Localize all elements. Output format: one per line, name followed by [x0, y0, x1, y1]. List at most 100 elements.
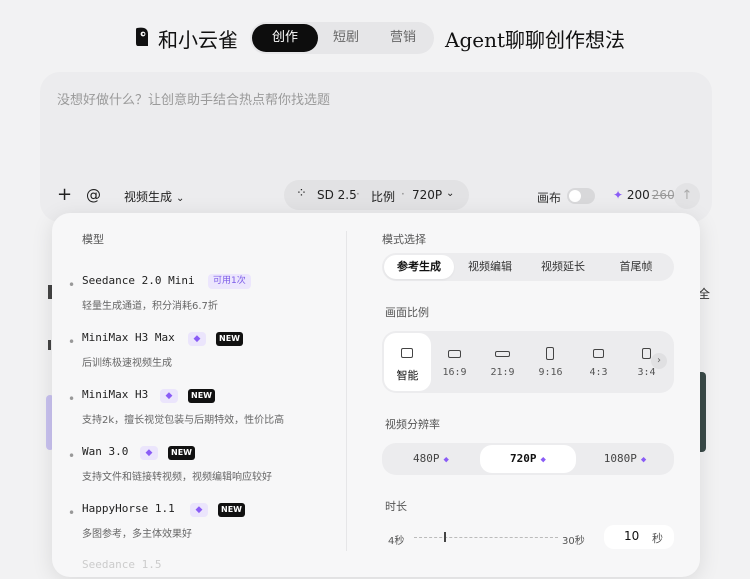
- new-badge: NEW: [168, 446, 195, 460]
- ratio-option-9-16[interactable]: 9:16: [527, 333, 574, 391]
- duration-min-label: 4秒: [388, 536, 405, 547]
- ratio-option-21-9[interactable]: 21:9: [479, 333, 526, 391]
- bullet: •: [68, 506, 76, 520]
- diamond-icon: ◆: [540, 455, 546, 465]
- duration-slider-thumb[interactable]: [444, 532, 446, 542]
- separator-dot: ·: [401, 187, 405, 201]
- ratio-option-4-3[interactable]: 4:3: [575, 333, 622, 391]
- ratio-option-label: 4:3: [589, 367, 608, 378]
- resolution-label: 480P: [413, 452, 440, 465]
- model-option-desc: 轻量生成通道，积分消耗6.7折: [82, 301, 218, 312]
- logo-icon: [136, 27, 148, 46]
- resolution-option[interactable]: 720P ◆: [480, 445, 576, 473]
- ratio-option-smart[interactable]: 智能: [384, 333, 431, 391]
- prompt-input[interactable]: 没想好做什么？让创意助手结合热点帮你找选题: [57, 89, 330, 108]
- credits-old-value: 260: [651, 188, 675, 202]
- mode-option[interactable]: 视频编辑: [454, 255, 526, 279]
- bullet: •: [68, 335, 76, 349]
- model-option-desc: 支持2k，擅长视觉包装与后期特效，性价比高: [82, 415, 285, 426]
- tab-short-drama[interactable]: 短剧: [318, 24, 374, 52]
- smart-ratio-icon: [401, 348, 413, 358]
- bullet: •: [68, 449, 76, 463]
- ratio-21-9-icon: [495, 351, 510, 357]
- divider: [346, 231, 347, 551]
- mode-label: 视频生成: [124, 190, 173, 204]
- model-settings-panel: 模型 • Seedance 2.0 Mini 可用1次 轻量生成通道，积分消耗6…: [52, 213, 700, 577]
- resolution-label: 1080P: [603, 452, 637, 465]
- model-option-desc: 支持文件和链接转视频，视频编辑响应较好: [82, 472, 272, 483]
- mode-option[interactable]: 首尾帧: [600, 255, 672, 279]
- mode-dropdown[interactable]: 视频生成 ⌄: [124, 188, 184, 205]
- model-option-minimax-h3[interactable]: • MiniMax H3 ◆ NEW 支持2k，擅长视觉包装与后期特效，性价比高: [68, 388, 338, 438]
- resolution-label: 720P: [412, 188, 443, 202]
- send-button[interactable]: ↑: [674, 183, 700, 209]
- agent-headline: Agent聊聊创作想法: [445, 28, 625, 52]
- toggle-knob: [569, 190, 581, 202]
- mode-option[interactable]: 参考生成: [384, 255, 454, 279]
- background-fragment: [48, 340, 51, 350]
- model-option-name: Seedance 2.0 Mini: [82, 274, 195, 287]
- ratio-9-16-icon: [546, 347, 554, 360]
- ratio-option-16-9[interactable]: 16:9: [431, 333, 478, 391]
- mode-option[interactable]: 视频延长: [526, 255, 600, 279]
- ratio-option-label: 3:4: [637, 367, 656, 378]
- duration-value: 10: [624, 529, 640, 543]
- model-option-wan[interactable]: • Wan 3.0 ◆ NEW 支持文件和链接转视频，视频编辑响应较好: [68, 445, 338, 495]
- duration-unit: 秒: [652, 532, 663, 545]
- tab-create[interactable]: 创作: [252, 24, 318, 52]
- mode-segmented: 参考生成 视频编辑 视频延长 首尾帧: [382, 253, 674, 281]
- free-uses-badge: 可用1次: [208, 274, 251, 289]
- model-option-desc: 多图参考，多主体效果好: [82, 529, 192, 540]
- chevron-right-icon[interactable]: ›: [651, 353, 667, 369]
- ratio-4-3-icon: [593, 349, 604, 358]
- model-option-faded[interactable]: Seedance 1.5: [82, 558, 161, 571]
- model-option-happyhorse[interactable]: • HappyHorse 1.1 ◆ NEW 多图参考，多主体效果好: [68, 502, 338, 552]
- diamond-icon: ◆: [190, 503, 208, 517]
- ratio-option-label: 9:16: [538, 367, 563, 378]
- diamond-icon: ◆: [140, 446, 158, 460]
- sparkle-icon: ⁘: [296, 186, 307, 201]
- new-badge: NEW: [218, 503, 245, 517]
- resolution-title: 视频分辨率: [385, 418, 440, 431]
- diamond-icon: ◆: [640, 455, 647, 465]
- header: 和小云雀 创作 短剧 营销 Agent聊聊创作想法: [0, 22, 750, 54]
- models-title: 模型: [82, 233, 104, 246]
- diamond-icon: ◆: [160, 389, 178, 403]
- new-badge: NEW: [216, 332, 243, 346]
- model-settings-pill[interactable]: ⁘ SD 2.5 · 比例 · 720P ⌄: [284, 180, 469, 210]
- tab-marketing[interactable]: 营销: [374, 24, 432, 52]
- model-option-name: Wan 3.0: [82, 445, 129, 458]
- sparkle-icon: ✦: [613, 188, 624, 202]
- canvas-toggle[interactable]: [567, 188, 595, 204]
- resolution-option[interactable]: 480P ◆: [384, 445, 478, 473]
- ratio-option-label: 21:9: [490, 367, 515, 378]
- resolution-segmented: 480P ◆ 720P ◆ 1080P ◆: [382, 443, 674, 475]
- bullet: •: [68, 392, 76, 406]
- chevron-down-icon: ⌄: [446, 188, 455, 199]
- model-option-seedance-mini[interactable]: • Seedance 2.0 Mini 可用1次 轻量生成通道，积分消耗6.7折: [68, 274, 338, 324]
- model-name: SD 2.5: [317, 188, 357, 202]
- diamond-icon: ◆: [443, 455, 449, 465]
- duration-title: 时长: [385, 500, 407, 513]
- ratio-title: 画面比例: [385, 306, 429, 319]
- model-option-minimax-h3-max[interactable]: • MiniMax H3 Max ◆ NEW 后训练极速视频生成: [68, 331, 338, 381]
- credits-value: 200: [626, 188, 650, 202]
- add-attachment-button[interactable]: +: [57, 184, 72, 205]
- resolution-option[interactable]: 1080P ◆: [578, 445, 672, 473]
- model-option-name: MiniMax H3 Max: [82, 331, 175, 344]
- model-option-name: HappyHorse 1.1: [82, 502, 175, 515]
- mode-title: 模式选择: [382, 233, 426, 246]
- chevron-down-icon: ⌄: [176, 193, 185, 204]
- brand-name: 和小云雀: [158, 28, 238, 52]
- diamond-icon: ◆: [188, 332, 206, 346]
- duration-slider[interactable]: [414, 537, 558, 538]
- canvas-label: 画布: [537, 191, 562, 205]
- ratio-3-4-icon: [642, 348, 651, 359]
- ratio-16-9-icon: [448, 350, 461, 358]
- model-option-desc: 后训练极速视频生成: [82, 358, 172, 369]
- ratio-label: 比例: [371, 190, 396, 204]
- credits-display: ✦ 200 260: [613, 188, 675, 202]
- duration-input[interactable]: 10 秒: [604, 525, 674, 549]
- prompt-card: 没想好做什么？让创意助手结合热点帮你找选题 + @ 视频生成 ⌄ ⁘ SD 2.5…: [40, 72, 712, 222]
- mention-button[interactable]: @: [86, 186, 101, 204]
